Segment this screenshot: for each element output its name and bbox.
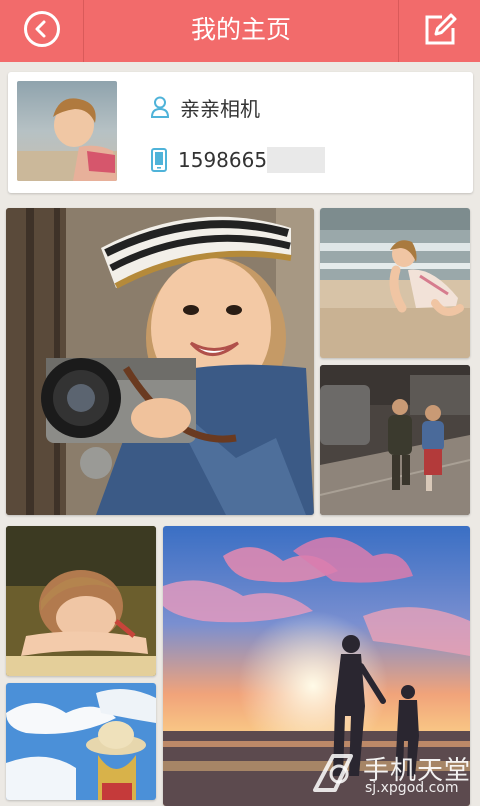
photo-girl-resting-on-arms[interactable] <box>6 526 156 676</box>
phone-icon <box>151 148 167 172</box>
top-bar: 我的主页 <box>0 0 480 62</box>
profile-phone: 1598665 <box>178 148 268 172</box>
profile-card: 亲亲相机 1598665 <box>8 72 473 193</box>
site-logo-icon <box>313 754 353 792</box>
back-arrow-icon <box>24 11 60 47</box>
avatar[interactable] <box>17 81 117 181</box>
redacted-digits <box>267 147 326 173</box>
user-icon <box>150 96 170 118</box>
back-button[interactable] <box>0 0 84 62</box>
page-title: 我的主页 <box>190 15 291 44</box>
photo-toddler-on-beach[interactable] <box>320 208 470 358</box>
phone-row: 1598665 <box>150 145 326 175</box>
name-row: 亲亲相机 <box>150 92 260 122</box>
watermark-url: sj.xpgod.com <box>365 780 459 796</box>
edit-icon <box>425 13 457 45</box>
photo-children-walking-street[interactable] <box>320 365 470 515</box>
edit-button[interactable] <box>398 0 480 62</box>
photo-girl-with-camera[interactable] <box>6 208 314 515</box>
site-watermark: 手机天堂 sj.xpgod.com <box>305 746 480 800</box>
profile-name: 亲亲相机 <box>180 96 260 121</box>
photo-child-with-straw-hat[interactable] <box>6 683 156 800</box>
